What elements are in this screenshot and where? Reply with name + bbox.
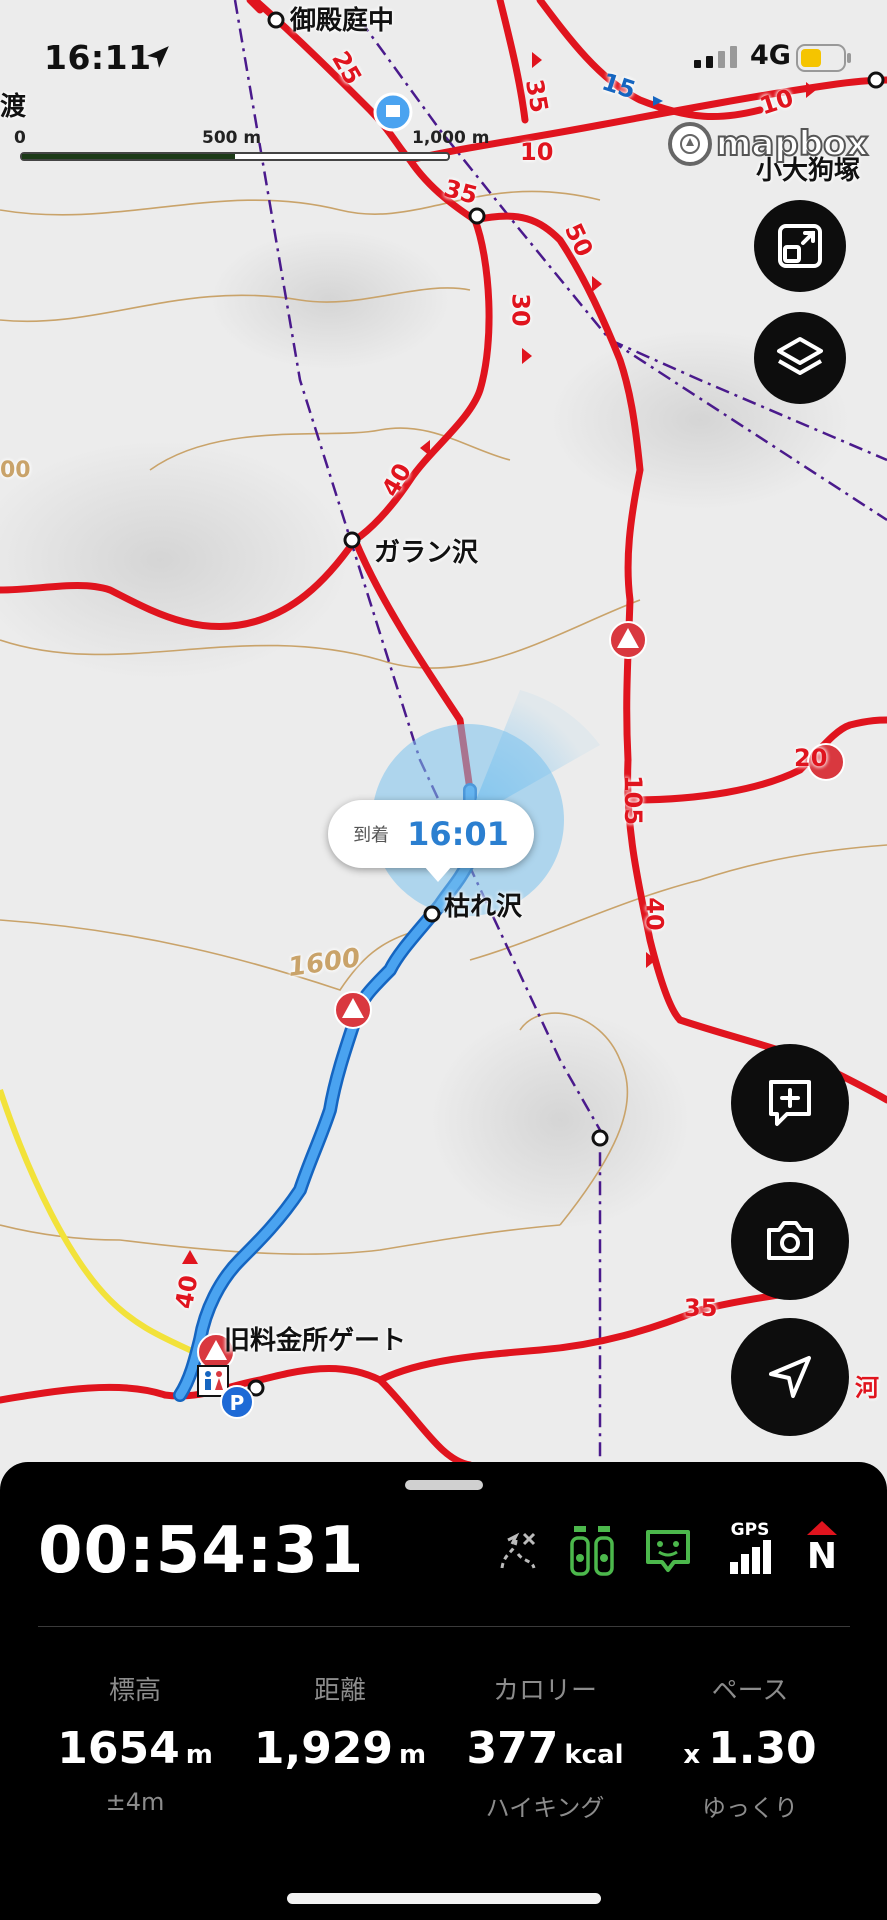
stat-unit: m bbox=[399, 1740, 427, 1770]
map-pin-icon[interactable] bbox=[373, 92, 413, 132]
panel-drag-handle[interactable] bbox=[405, 1480, 483, 1490]
toilet-icon[interactable] bbox=[197, 1365, 229, 1397]
stat-distance: 距離 1,929 m bbox=[235, 1670, 445, 1788]
contour-label-partial: 00 bbox=[0, 458, 31, 483]
zoom-extent-button[interactable] bbox=[754, 200, 846, 292]
stat-value: 1,929 bbox=[253, 1723, 394, 1774]
stat-prefix: x bbox=[683, 1740, 701, 1770]
course-time-label: 35 bbox=[684, 1294, 718, 1322]
stat-value: 377 bbox=[466, 1723, 559, 1774]
course-time-label: 20 bbox=[794, 744, 828, 772]
course-time-label: 40 bbox=[640, 897, 669, 931]
course-time-label: 10 bbox=[520, 138, 554, 166]
scale-label: 500 m bbox=[202, 128, 262, 148]
scale-label: 0 bbox=[14, 128, 26, 148]
signal-icon bbox=[694, 46, 737, 68]
layers-button[interactable] bbox=[754, 312, 846, 404]
stat-label: ペース bbox=[711, 1676, 789, 1706]
camera-button[interactable] bbox=[731, 1182, 849, 1300]
course-time-label: 40 bbox=[170, 1273, 204, 1311]
camera-icon bbox=[767, 1221, 813, 1260]
compass-label: N bbox=[806, 1536, 838, 1577]
add-memo-button[interactable] bbox=[731, 1044, 849, 1162]
place-label: 御殿庭中 bbox=[290, 6, 395, 36]
panel-divider bbox=[38, 1626, 850, 1627]
place-label-partial: 渡 bbox=[0, 92, 27, 122]
mapbox-attribution[interactable]: mapbox bbox=[668, 122, 869, 166]
stat-altitude: 標高 1654 m ±4m bbox=[30, 1670, 240, 1816]
stat-pace: ペース x 1.30 ゆっくり bbox=[645, 1670, 855, 1823]
parking-icon[interactable]: P bbox=[220, 1385, 254, 1419]
stat-unit: kcal bbox=[564, 1740, 624, 1770]
gps-label: GPS bbox=[730, 1520, 770, 1540]
mapbox-text: mapbox bbox=[715, 123, 869, 165]
chat-icon[interactable] bbox=[644, 1522, 692, 1578]
course-time-label: 35 bbox=[520, 77, 554, 115]
place-label-partial: 河 bbox=[855, 1374, 879, 1402]
stat-sub: ±4m bbox=[105, 1788, 165, 1816]
arrival-label: 到着 bbox=[353, 825, 390, 846]
stat-value: 1654 bbox=[57, 1723, 180, 1774]
arrival-time: 16:01 bbox=[407, 815, 509, 853]
mapbox-logo-icon bbox=[668, 122, 712, 166]
place-label: 旧料金所ゲート bbox=[224, 1326, 407, 1356]
home-indicator[interactable] bbox=[287, 1893, 601, 1904]
navigate-button[interactable] bbox=[731, 1318, 849, 1436]
stat-sub: ハイキング bbox=[485, 1794, 605, 1822]
navigate-icon bbox=[769, 1356, 811, 1398]
network-type: 4G bbox=[750, 40, 791, 71]
status-bar: 16:11 4G bbox=[0, 38, 887, 82]
add-memo-icon bbox=[769, 1080, 811, 1126]
arrival-time-callout[interactable]: 到着 16:01 bbox=[328, 800, 534, 882]
route-toggle-icon[interactable] bbox=[494, 1522, 542, 1578]
stat-sub: ゆっくり bbox=[702, 1794, 798, 1822]
place-label: ガラン沢 bbox=[374, 538, 479, 568]
status-time: 16:11 bbox=[44, 38, 152, 77]
zoom-extent-icon bbox=[778, 224, 822, 268]
place-label: 枯れ沢 bbox=[444, 892, 523, 922]
stat-calories: カロリー 377 kcal ハイキング bbox=[440, 1670, 650, 1823]
compass-icon[interactable]: N bbox=[800, 1520, 844, 1575]
stat-value: 1.30 bbox=[708, 1723, 817, 1774]
scale-label: 1,000 m bbox=[412, 128, 490, 148]
battery-icon bbox=[796, 44, 851, 72]
stat-label: カロリー bbox=[492, 1676, 597, 1706]
location-arrow-icon bbox=[147, 46, 169, 68]
gps-bars bbox=[730, 1540, 771, 1574]
layers-icon bbox=[777, 337, 823, 375]
stat-label: 距離 bbox=[313, 1676, 366, 1706]
companion-icon[interactable] bbox=[568, 1522, 616, 1578]
gps-signal-icon: GPS bbox=[724, 1520, 776, 1578]
stat-label: 標高 bbox=[108, 1676, 161, 1706]
svg-text:P: P bbox=[230, 1391, 245, 1415]
activity-panel[interactable]: 00:54:31 GPS N 標高 1654 m ±4m 距離 1,929 m … bbox=[0, 1462, 887, 1920]
course-time-label: 105 bbox=[619, 774, 648, 826]
compass-arrow bbox=[807, 1521, 837, 1535]
course-time-label: 30 bbox=[506, 293, 535, 327]
elapsed-time: 00:54:31 bbox=[38, 1514, 365, 1588]
stat-unit: m bbox=[185, 1740, 213, 1770]
